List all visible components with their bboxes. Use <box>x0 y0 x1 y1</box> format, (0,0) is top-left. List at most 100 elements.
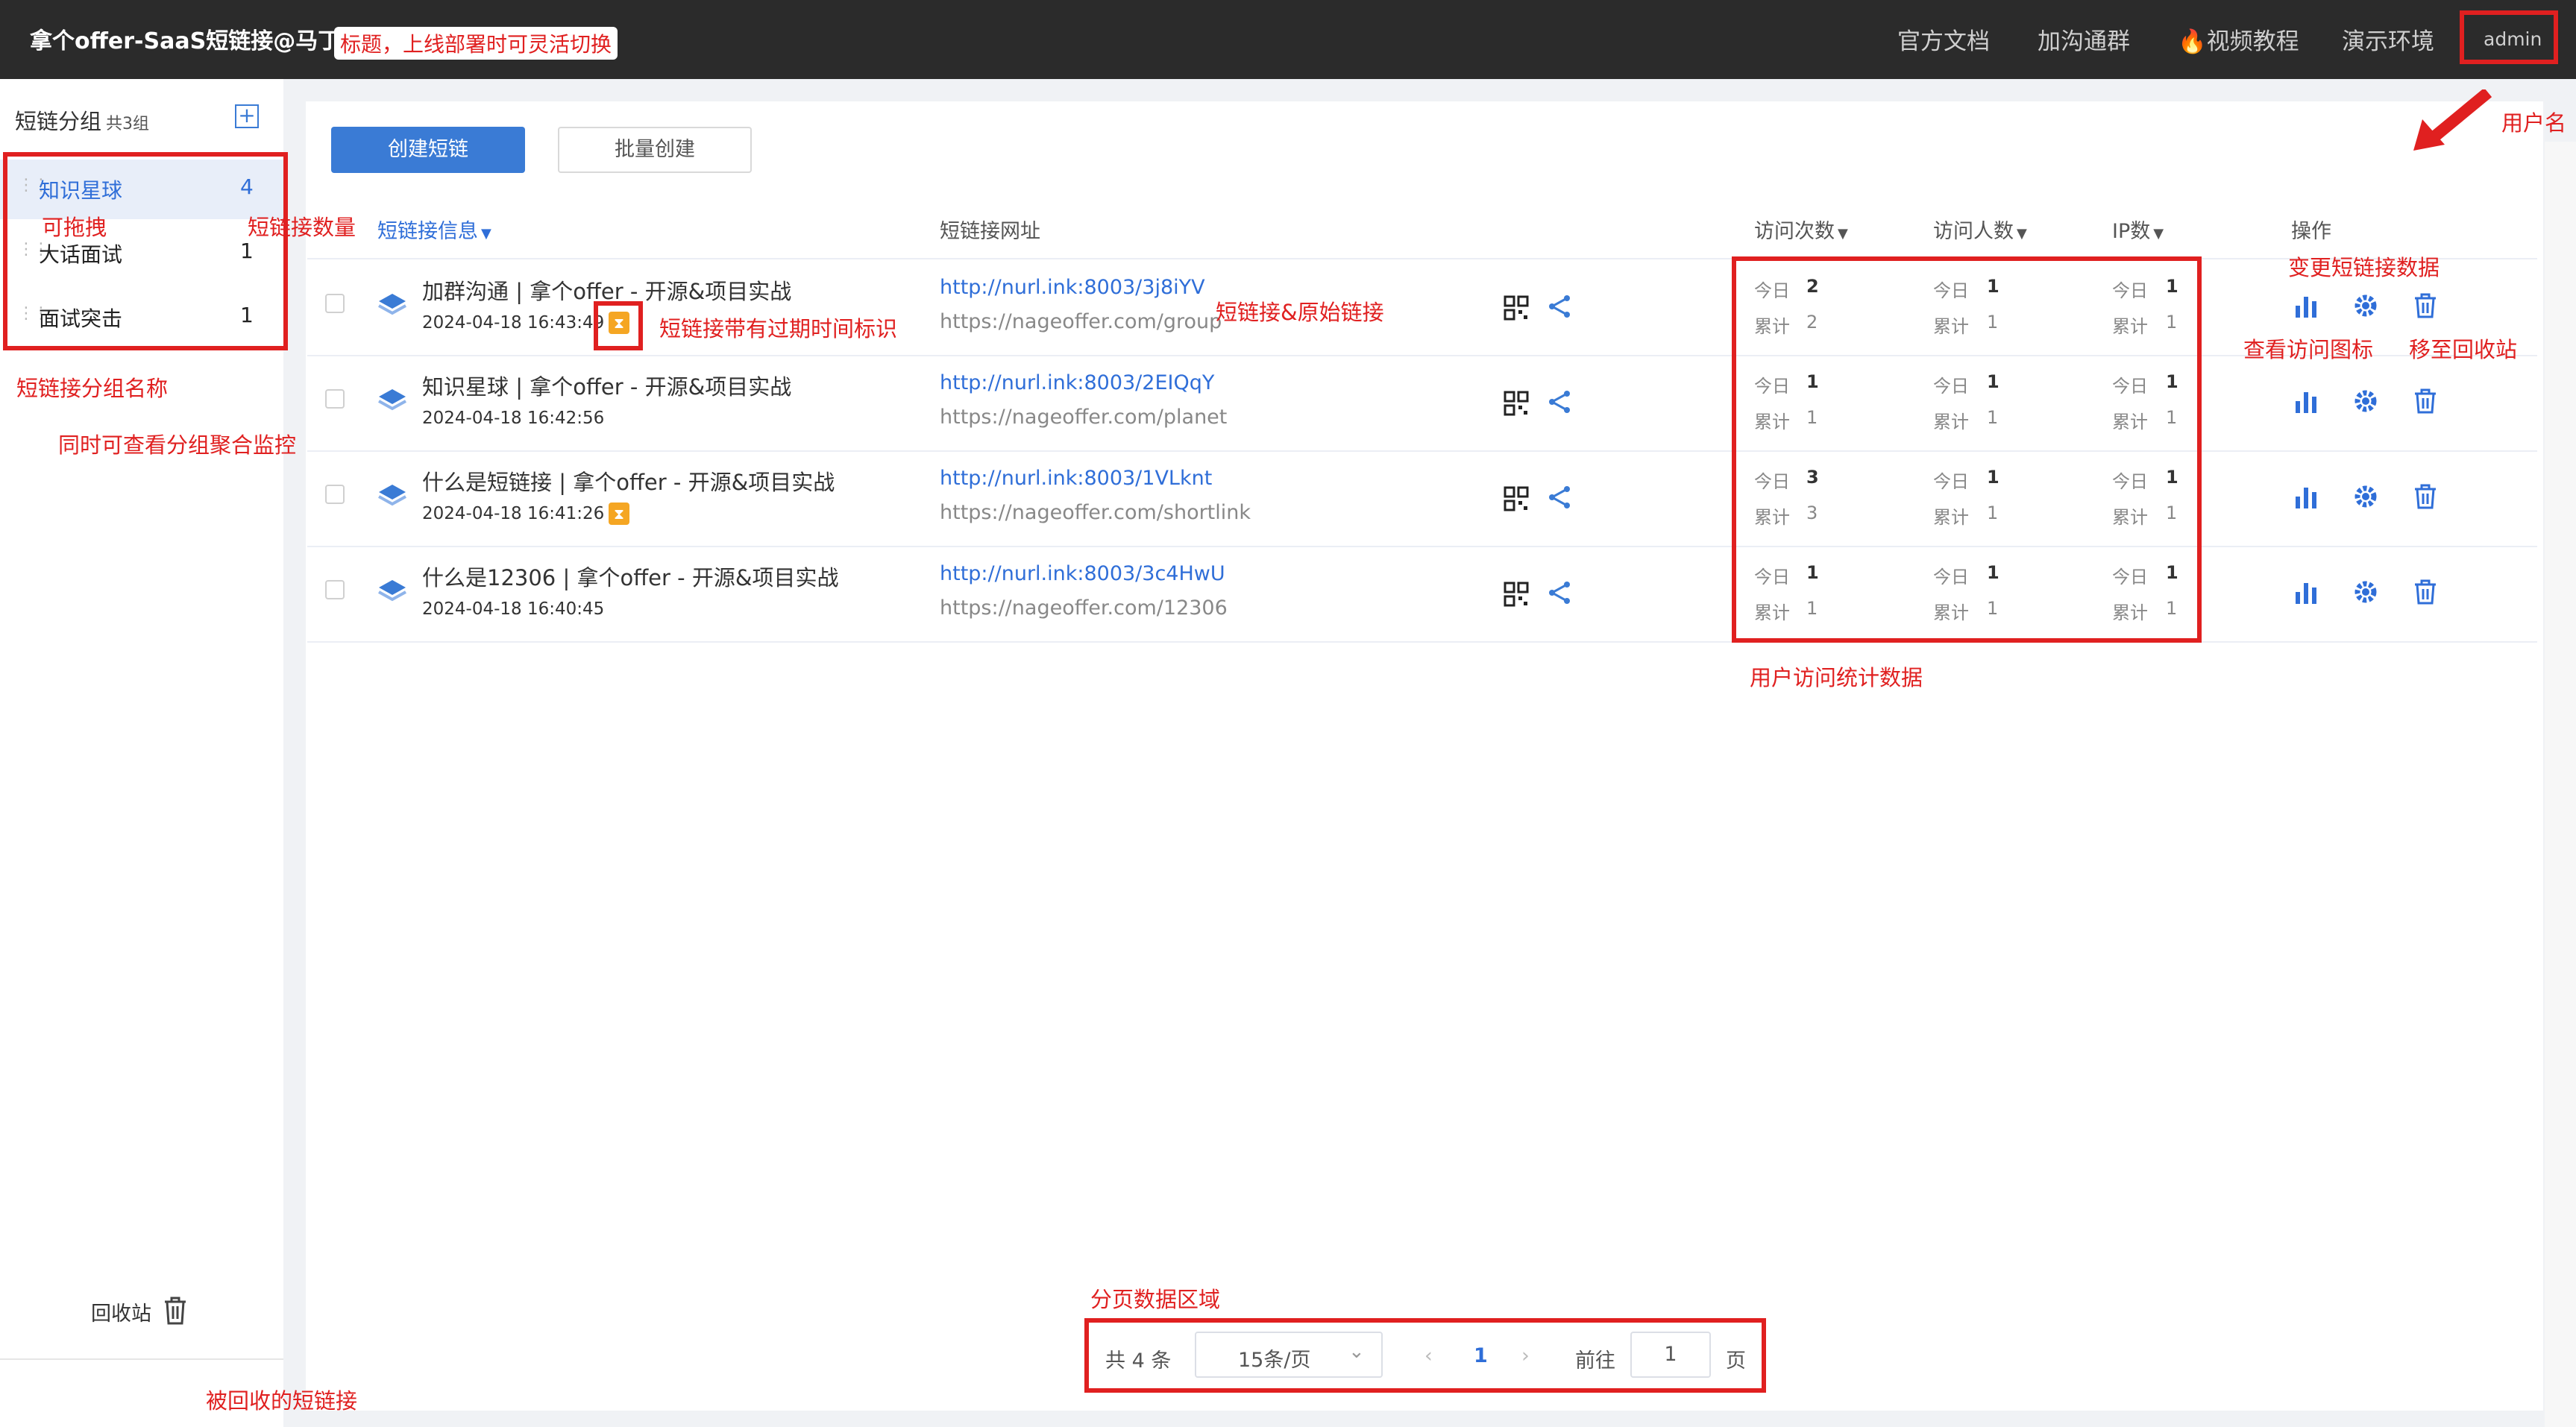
origin-url[interactable]: https://nageoffer.com/12306 <box>940 596 1228 620</box>
short-url-link[interactable]: http://nurl.ink:8003/3j8iYV <box>940 276 1205 299</box>
group-link-count: 1 <box>240 303 254 327</box>
gear-icon[interactable] <box>2352 483 2379 510</box>
row-checkbox[interactable] <box>325 485 345 504</box>
table-row: 知识星球 | 拿个offer - 开源&项目实战 2024-04-18 16:4… <box>307 355 2537 452</box>
col-header-uv[interactable]: 访问人数 ▼ <box>1933 215 2027 244</box>
origin-url[interactable]: https://nageoffer.com/planet <box>940 406 1227 429</box>
arrow-annotation-icon <box>2413 89 2492 151</box>
ip-today-value: 1 <box>2166 276 2178 297</box>
nav-demo-env[interactable]: 演示环境 <box>2342 22 2434 56</box>
ip-today-value: 1 <box>2166 467 2178 488</box>
row-checkbox[interactable] <box>325 389 345 409</box>
page-suffix: 页 <box>1726 1349 1746 1373</box>
uv-today-label: 今日 <box>1933 471 1969 492</box>
annotation-move-recycle: 移至回收站 <box>2409 337 2518 362</box>
chevron-left-icon[interactable]: ‹ <box>1424 1344 1433 1367</box>
annotation-view-chart: 查看访问图标 <box>2243 337 2374 362</box>
sort-caret-icon[interactable]: ▼ <box>2153 226 2164 242</box>
trash-icon[interactable] <box>2412 483 2439 510</box>
pagination-total: 共 4 条 <box>1105 1349 1172 1373</box>
bar-chart-icon[interactable] <box>2293 292 2319 319</box>
share-icon[interactable] <box>1547 580 1572 605</box>
nav-video-tutorial[interactable]: 🔥视频教程 <box>2178 22 2299 56</box>
hourglass-icon: ⧗ <box>609 503 629 525</box>
share-icon[interactable] <box>1547 389 1572 415</box>
bar-chart-icon[interactable] <box>2293 579 2319 605</box>
gear-icon[interactable] <box>2352 292 2379 319</box>
table-row: 什么是短链接 | 拿个offer - 开源&项目实战 2024-04-18 16… <box>307 450 2537 547</box>
origin-url[interactable]: https://nageoffer.com/group <box>940 310 1222 333</box>
qrcode-icon[interactable] <box>1504 391 1529 416</box>
pv-total-label: 累计 <box>1754 412 1790 432</box>
origin-url[interactable]: https://nageoffer.com/shortlink <box>940 501 1251 524</box>
pv-today-label: 今日 <box>1754 376 1790 397</box>
uv-today-value: 1 <box>1987 371 1999 392</box>
annotation-expiry-mark: 短链接带有过期时间标识 <box>659 316 898 341</box>
sort-caret-icon[interactable]: ▼ <box>1838 226 1848 242</box>
share-icon[interactable] <box>1547 294 1572 319</box>
scrollbar[interactable] <box>2545 142 2576 1427</box>
sort-caret-icon[interactable]: ▼ <box>481 226 491 242</box>
pv-total-value: 2 <box>1806 312 1818 333</box>
trash-icon[interactable] <box>2412 292 2439 319</box>
ip-today-label: 今日 <box>2112 376 2148 397</box>
current-page-number[interactable]: 1 <box>1474 1344 1488 1367</box>
row-checkbox[interactable] <box>325 580 345 599</box>
link-title: 知识星球 | 拿个offer - 开源&项目实战 <box>422 374 792 400</box>
link-title: 什么是短链接 | 拿个offer - 开源&项目实战 <box>422 470 835 495</box>
pv-total-value: 1 <box>1806 407 1818 428</box>
page-size-select[interactable]: 15条/页 ⌄ <box>1195 1332 1383 1378</box>
user-name[interactable]: admin <box>2484 28 2542 50</box>
qrcode-icon[interactable] <box>1504 295 1529 321</box>
ip-total-value: 1 <box>2166 598 2178 619</box>
ip-total-value: 1 <box>2166 503 2178 523</box>
short-url-link[interactable]: http://nurl.ink:8003/1VLknt <box>940 467 1212 490</box>
goto-page-input[interactable]: 1 <box>1630 1332 1711 1378</box>
annotation-change-data: 变更短链接数据 <box>2288 255 2440 280</box>
share-icon[interactable] <box>1547 485 1572 510</box>
annotation-short-and-origin: 短链接&原始链接 <box>1216 300 1384 325</box>
sidebar-footer-divider <box>0 1358 283 1360</box>
hourglass-icon: ⧗ <box>609 312 629 334</box>
row-checkbox[interactable] <box>325 294 345 313</box>
trash-icon[interactable] <box>163 1296 188 1326</box>
short-url-link[interactable]: http://nurl.ink:8003/2EIQqY <box>940 371 1214 394</box>
gear-icon[interactable] <box>2352 388 2379 415</box>
pv-today-label: 今日 <box>1754 471 1790 492</box>
chevron-right-icon[interactable]: › <box>1521 1344 1530 1367</box>
pv-today-label: 今日 <box>1754 567 1790 588</box>
favicon-icon <box>378 389 406 411</box>
col-header-info[interactable]: 短链接信息 ▼ <box>377 215 491 244</box>
bar-chart-icon[interactable] <box>2293 483 2319 510</box>
annotation-group-monitor: 同时可查看分组聚合监控 <box>58 432 297 458</box>
link-title: 什么是12306 | 拿个offer - 开源&项目实战 <box>422 565 839 590</box>
create-link-button[interactable]: 创建短链 <box>331 127 525 173</box>
trash-icon[interactable] <box>2412 579 2439 605</box>
col-header-ip[interactable]: IP数 ▼ <box>2112 215 2164 244</box>
bar-chart-icon[interactable] <box>2293 388 2319 415</box>
short-url-link[interactable]: http://nurl.ink:8003/3c4HwU <box>940 562 1225 585</box>
col-header-url: 短链接网址 <box>940 220 1040 243</box>
chevron-down-icon: ⌄ <box>1348 1341 1365 1363</box>
sort-caret-icon[interactable]: ▼ <box>2017 226 2027 242</box>
col-header-pv[interactable]: 访问次数 ▼ <box>1754 215 1848 244</box>
app-title: 拿个offer-SaaS短链接@马丁 <box>30 28 341 54</box>
recycle-bin-link[interactable]: 回收站 <box>91 1297 151 1326</box>
group-link-count: 4 <box>240 174 254 199</box>
gear-icon[interactable] <box>2352 579 2379 605</box>
nav-docs[interactable]: 官方文档 <box>1897 22 1990 56</box>
sidebar-group-item[interactable]: ⋮⋮ 面试突击 1 <box>0 288 283 347</box>
qrcode-icon[interactable] <box>1504 486 1529 511</box>
qrcode-icon[interactable] <box>1504 582 1529 607</box>
table-row: 加群沟通 | 拿个offer - 开源&项目实战 2024-04-18 16:4… <box>307 259 2537 356</box>
annotation-recycled: 被回收的短链接 <box>206 1388 358 1414</box>
plus-square-icon[interactable]: + <box>235 104 259 128</box>
batch-create-button[interactable]: 批量创建 <box>558 127 752 173</box>
trash-icon[interactable] <box>2412 388 2439 415</box>
group-name: 面试突击 <box>39 306 123 331</box>
nav-group-chat[interactable]: 加沟通群 <box>2038 22 2130 56</box>
pv-today-value: 1 <box>1806 562 1819 583</box>
pv-total-value: 3 <box>1806 503 1818 523</box>
annotation-visit-stats: 用户访问统计数据 <box>1750 665 1923 690</box>
link-date: 2024-04-18 16:40:45 <box>422 599 605 619</box>
